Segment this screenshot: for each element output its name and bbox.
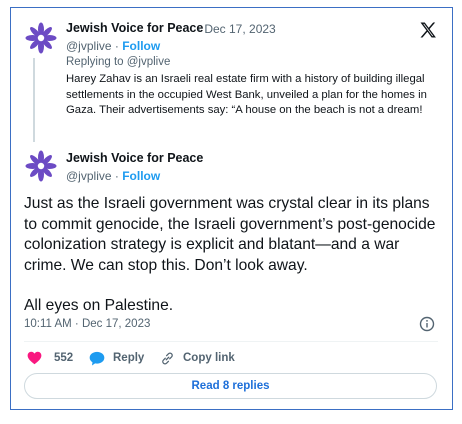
link-icon xyxy=(162,352,173,364)
main-follow-button[interactable]: Follow xyxy=(122,169,160,183)
quoted-handle[interactable]: @jvplive · xyxy=(66,39,119,53)
jvp-star-logo-icon[interactable] xyxy=(24,21,58,55)
main-tweet-paragraph: Just as the Israeli government was cryst… xyxy=(24,195,436,274)
heart-icon xyxy=(27,351,42,365)
reply-bubble-icon xyxy=(89,351,105,365)
like-button[interactable]: 552 xyxy=(27,349,73,367)
reply-label: Reply xyxy=(113,352,145,364)
x-logo-icon[interactable] xyxy=(418,20,438,40)
copy-link-label: Copy link xyxy=(183,352,235,364)
quoted-date[interactable]: · Dec 17, 2023 xyxy=(197,22,276,36)
like-count: 552 xyxy=(54,352,74,364)
main-author-name[interactable]: Jewish Voice for Peace xyxy=(66,151,203,165)
jvp-star-logo-icon[interactable] xyxy=(24,149,58,183)
quoted-handle-row: @jvplive · Follow xyxy=(66,39,160,53)
read-replies-button[interactable]: Read 8 replies xyxy=(24,373,437,399)
copy-link-button[interactable]: Copy link xyxy=(160,349,235,367)
quoted-author-name[interactable]: Jewish Voice for Peace xyxy=(66,21,203,35)
replying-to-label[interactable]: Replying to @jvplive xyxy=(66,56,170,68)
quoted-tweet-text: Harey Zahav is an Israeli real estate fi… xyxy=(66,73,427,116)
tweet-timestamp[interactable]: 10:11 AM · Dec 17, 2023 xyxy=(24,318,150,330)
main-handle[interactable]: @jvplive · xyxy=(66,169,119,183)
reply-button[interactable]: Reply xyxy=(89,349,144,367)
main-handle-row: @jvplive · Follow xyxy=(66,169,160,183)
main-tweet-text: Just as the Israeli government was cryst… xyxy=(24,194,444,317)
quoted-follow-button[interactable]: Follow xyxy=(122,39,160,53)
info-icon[interactable] xyxy=(419,316,435,332)
thread-connector-line xyxy=(33,58,35,142)
actions-divider xyxy=(24,341,438,342)
main-tweet-paragraph-2: All eyes on Palestine. xyxy=(24,297,174,315)
